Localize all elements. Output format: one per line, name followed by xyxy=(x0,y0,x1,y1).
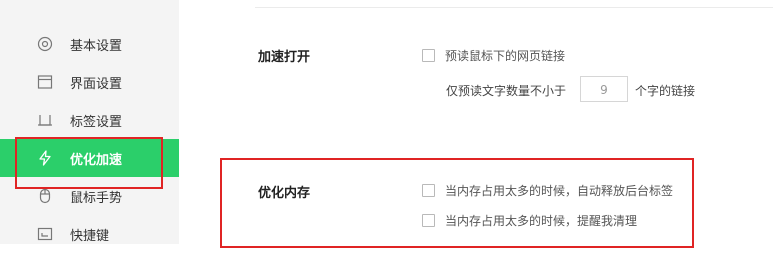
preload-links-option[interactable]: 预读鼠标下的网页链接 xyxy=(422,47,565,64)
min-chars-suffix: 个字的链接 xyxy=(635,84,696,98)
min-chars-prefix: 仅预读文字数量不小于 xyxy=(446,84,567,98)
sidebar-item-label: 鼠标手势 xyxy=(70,190,123,206)
sidebar-item-tab-settings[interactable]: 标签设置 xyxy=(0,101,179,139)
preload-links-checkbox[interactable] xyxy=(422,49,435,62)
sidebar-item-label: 基本设置 xyxy=(70,38,123,54)
auto-release-option[interactable]: 当内存占用太多的时候，自动释放后台标签 xyxy=(422,182,673,199)
sidebar-item-label: 快捷键 xyxy=(70,228,110,244)
lightning-icon xyxy=(36,149,54,167)
preload-links-label: 预读鼠标下的网页链接 xyxy=(445,49,566,63)
settings-sidebar: 基本设置 界面设置 标签设置 优化加速 鼠标手势 快捷键 xyxy=(0,0,179,244)
auto-release-checkbox[interactable] xyxy=(422,184,435,197)
sidebar-item-label: 优化加速 xyxy=(70,152,123,168)
keyboard-icon xyxy=(36,225,54,243)
section-title-speed-open: 加速打开 xyxy=(258,50,311,65)
settings-content xyxy=(179,0,773,244)
sidebar-item-optimize-speed[interactable]: 优化加速 xyxy=(0,139,179,177)
min-chars-input[interactable]: 9 xyxy=(580,76,628,102)
auto-release-label: 当内存占用太多的时候，自动释放后台标签 xyxy=(445,184,674,198)
sidebar-item-label: 界面设置 xyxy=(70,76,123,92)
sidebar-item-interface-settings[interactable]: 界面设置 xyxy=(0,63,179,101)
gear-circle-icon xyxy=(36,35,54,53)
sidebar-item-basic-settings[interactable]: 基本设置 xyxy=(0,25,179,63)
remind-cleanup-checkbox[interactable] xyxy=(422,214,435,227)
sidebar-item-label: 标签设置 xyxy=(70,114,123,130)
section-title-optimize-memory: 优化内存 xyxy=(258,186,311,201)
tab-icon xyxy=(36,111,54,129)
remind-cleanup-label: 当内存占用太多的时候，提醒我清理 xyxy=(445,214,638,228)
window-icon xyxy=(36,73,54,91)
mouse-icon xyxy=(36,187,54,205)
remind-cleanup-option[interactable]: 当内存占用太多的时候，提醒我清理 xyxy=(422,212,637,229)
section-divider xyxy=(255,7,773,8)
sidebar-item-mouse-gestures[interactable]: 鼠标手势 xyxy=(0,177,179,215)
sidebar-item-shortcuts[interactable]: 快捷键 xyxy=(0,215,179,253)
